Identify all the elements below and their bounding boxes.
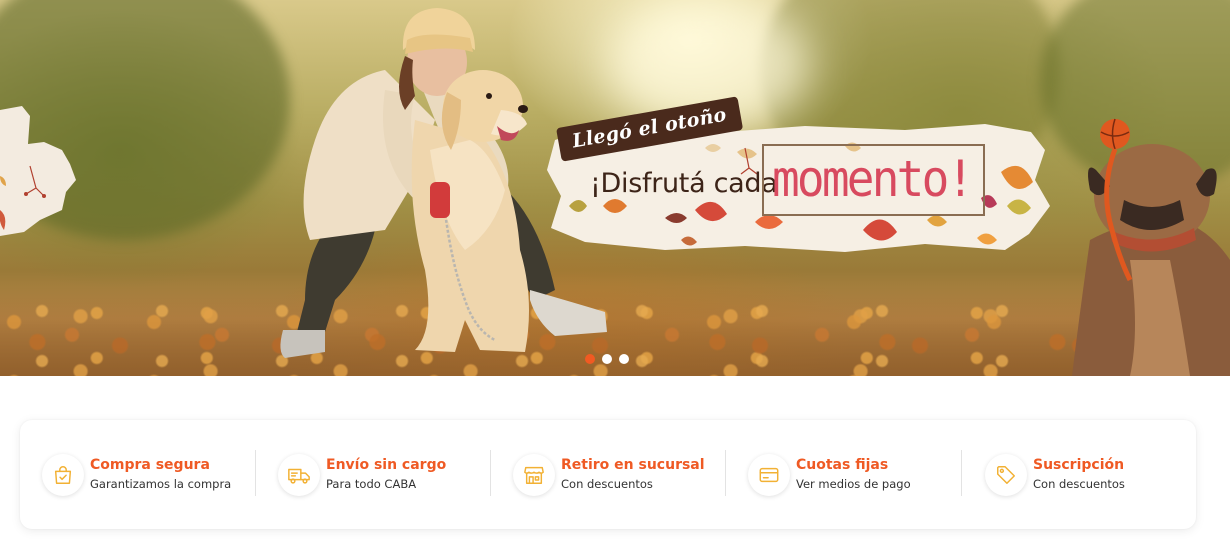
feature-subtitle: Para todo CABA [326,477,417,491]
feature-title: Retiro en sucursal [561,457,705,473]
feature-title: Cuotas fijas [796,457,889,473]
features-bar: Compra segura Garantizamos la compra Env… [20,420,1196,529]
promo-headline: ¡Disfrutá cada [590,168,778,199]
feature-subtitle: Con descuentos [1033,477,1125,491]
feature-title: Envío sin cargo [326,457,447,473]
shopping-bag-check-icon [54,465,72,484]
feature-icon-wrapper [42,453,84,496]
feature-subtitle: Garantizamos la compra [90,477,232,491]
feature-retiro-en-sucursal[interactable]: Retiro en sucursal Con descuentos [490,439,725,511]
feature-compra-segura[interactable]: Compra segura Garantizamos la compra [20,439,255,511]
carousel-dot-1[interactable] [585,354,595,364]
carousel-indicators [585,354,629,364]
feature-icon-wrapper [748,453,790,496]
promo-headline-highlight: momento! [772,150,974,208]
feature-subtitle: Ver medios de pago [796,477,911,491]
hero-banner[interactable]: Llegó el otoño ¡Disfrutá cada momento! [0,0,1230,376]
feature-title: Compra segura [90,457,210,473]
price-tag-icon [997,465,1015,484]
feature-icon-wrapper [513,453,555,496]
store-icon [524,466,544,484]
feature-title: Suscripción [1033,457,1125,473]
pug-with-ball-photo [1072,118,1230,376]
feature-cuotas-fijas[interactable]: Cuotas fijas Ver medios de pago [725,439,961,511]
feature-icon-wrapper [278,453,320,496]
feature-suscripcion[interactable]: Suscripción Con descuentos [961,439,1196,511]
delivery-truck-icon [288,468,310,484]
credit-card-icon [759,467,779,482]
feature-subtitle: Con descuentos [561,477,653,491]
previous-slide-edge [0,106,76,236]
feature-envio-sin-cargo[interactable]: Envío sin cargo Para todo CABA [255,439,490,511]
carousel-dot-3[interactable] [619,354,629,364]
promo-banner: Llegó el otoño ¡Disfrutá cada momento! [545,96,1050,270]
carousel-dot-2[interactable] [602,354,612,364]
feature-icon-wrapper [985,453,1027,496]
